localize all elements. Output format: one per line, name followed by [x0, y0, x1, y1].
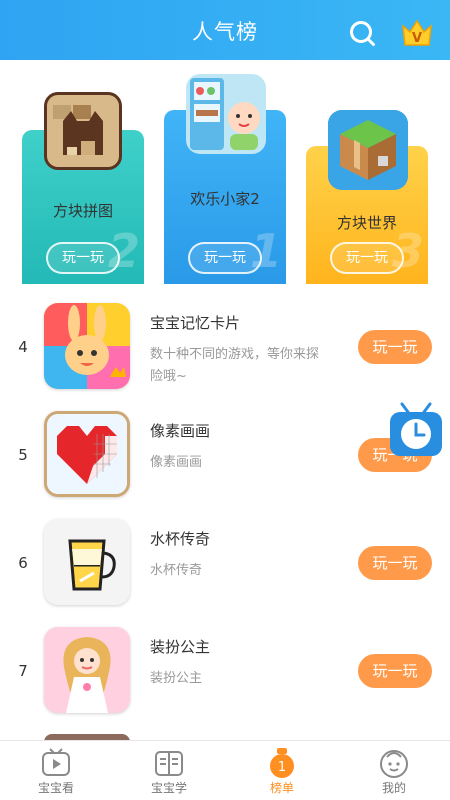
game-name: 欢乐小家2: [190, 190, 260, 208]
play-button[interactable]: 玩一玩: [330, 242, 404, 274]
face-icon: [380, 750, 408, 778]
game-description: 水杯传奇: [150, 563, 203, 578]
tab-baby-watch[interactable]: 宝宝看: [11, 741, 101, 800]
top-three-podium: 2 方块拼图 玩一玩 1 欢乐小家2 玩一玩 3 方块世界 玩一玩: [0, 60, 450, 290]
rank-number: 5: [18, 446, 28, 464]
tab-baby-learn[interactable]: 宝宝学: [124, 741, 214, 800]
play-button[interactable]: 玩一玩: [358, 546, 432, 580]
svg-text:1: 1: [278, 760, 286, 775]
list-item[interactable]: 7 装扮公主 装扮公主 玩一玩: [0, 616, 450, 724]
game-name: 水杯传奇: [150, 530, 211, 548]
game-name: 宝宝记忆卡片: [150, 314, 241, 332]
tab-label: 宝宝看: [37, 781, 74, 795]
block-world-thumbnail: [328, 110, 408, 190]
tab-label: 宝宝学: [150, 781, 187, 795]
tv-icon: [42, 748, 70, 776]
game-description: 像素画画: [150, 455, 203, 470]
play-button[interactable]: 玩一玩: [188, 242, 262, 274]
game-name: 装扮公主: [150, 638, 211, 656]
home-game-thumbnail: [186, 74, 266, 154]
game-name: 像素画画: [150, 422, 211, 440]
medal-icon: 1: [270, 748, 294, 778]
tab-label: 榜单: [269, 781, 294, 795]
play-button[interactable]: 玩一玩: [358, 654, 432, 688]
list-item[interactable]: 4 宝宝记忆卡片 数十种不同的游戏，等你来探险哦~ 玩一玩: [0, 292, 450, 400]
book-icon: [155, 751, 183, 776]
svg-text:V: V: [412, 31, 422, 46]
memory-card-game-icon: [44, 303, 130, 389]
play-button[interactable]: 玩一玩: [358, 330, 432, 364]
list-item[interactable]: 6 水杯传奇 水杯传奇 玩一玩: [0, 508, 450, 616]
tab-mine[interactable]: 我的: [349, 741, 439, 800]
game-description: 装扮公主: [150, 671, 203, 686]
tab-label: 我的: [381, 781, 406, 795]
page-title: 人气榜: [192, 20, 258, 44]
bottom-tab-bar: 宝宝看 宝宝学 1 榜单 我的: [0, 740, 450, 800]
tab-ranking[interactable]: 1 榜单: [237, 741, 327, 800]
vip-crown-icon[interactable]: V: [400, 18, 434, 48]
dress-up-princess-game-icon: [44, 627, 130, 713]
puzzle-game-thumbnail: [44, 92, 122, 170]
game-description: 数十种不同的游戏，等你来探险哦~: [150, 347, 320, 384]
rank-number: 7: [18, 662, 28, 680]
game-name: 方块拼图: [52, 202, 113, 220]
header-bar: 人气榜 V: [0, 0, 450, 60]
play-button[interactable]: 玩一玩: [46, 242, 120, 274]
screen: 人气榜 V 2 方块拼图 玩一玩 1 欢乐小家2 玩一玩 3 方块世界 玩一玩 …: [0, 0, 450, 800]
list-item[interactable]: 5 像素画画 像素画画 玩一玩: [0, 400, 450, 508]
pixel-heart-game-icon: [44, 411, 130, 497]
game-name: 方块世界: [336, 214, 397, 232]
search-icon[interactable]: [349, 20, 375, 46]
timer-clock-icon[interactable]: [386, 400, 446, 460]
rank-number: 4: [18, 338, 28, 356]
rank-number: 6: [18, 554, 28, 572]
water-cup-game-icon: [44, 519, 130, 605]
